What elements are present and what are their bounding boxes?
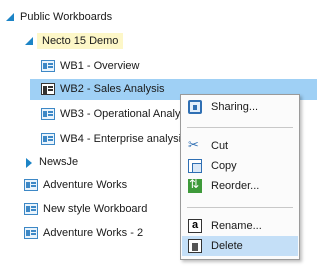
tree-node-public-workboards[interactable]: Public Workboards bbox=[6, 7, 112, 27]
menu-item-delete[interactable]: Delete bbox=[182, 236, 298, 256]
workboard-icon bbox=[41, 108, 55, 120]
workboard-icon bbox=[24, 179, 38, 191]
scissors-icon bbox=[188, 137, 202, 153]
reorder-icon bbox=[188, 177, 202, 193]
trash-icon bbox=[188, 239, 202, 253]
expand-icon[interactable] bbox=[25, 36, 34, 46]
workboard-icon bbox=[41, 133, 55, 145]
rename-icon bbox=[188, 219, 202, 233]
tree-node-necto-15-demo[interactable]: Necto 15 Demo bbox=[25, 31, 124, 51]
tree-item-wb3[interactable]: WB3 - Operational Analy bbox=[41, 104, 180, 124]
workboard-icon bbox=[41, 83, 55, 95]
menu-item-cut[interactable]: Cut bbox=[182, 136, 298, 156]
collapse-icon[interactable] bbox=[25, 157, 34, 168]
tree-item-wb2[interactable]: WB2 - Sales Analysis bbox=[41, 79, 165, 99]
workboard-icon bbox=[24, 227, 38, 239]
menu-item-copy[interactable]: Copy bbox=[182, 156, 298, 176]
menu-item-reorder[interactable]: Reorder... bbox=[182, 176, 298, 196]
menu-separator bbox=[187, 207, 293, 208]
tree-item-wb1[interactable]: WB1 - Overview bbox=[41, 56, 139, 76]
tree-item-new-style-workboard[interactable]: New style Workboard bbox=[24, 199, 147, 219]
workboard-icon bbox=[41, 60, 55, 72]
workboard-icon bbox=[24, 203, 38, 215]
lock-icon bbox=[188, 100, 202, 114]
tree-item-adventure-works[interactable]: Adventure Works bbox=[24, 175, 127, 195]
menu-item-rename[interactable]: Rename... bbox=[182, 216, 298, 236]
menu-separator bbox=[187, 127, 293, 128]
context-menu: Sharing... Cut Copy Reorder... Rename...… bbox=[180, 94, 300, 260]
tree-item-adventure-works-2[interactable]: Adventure Works - 2 bbox=[24, 223, 143, 243]
tree-item-wb4[interactable]: WB4 - Enterprise analysi bbox=[41, 129, 181, 149]
menu-item-sharing[interactable]: Sharing... bbox=[182, 97, 298, 117]
tree-node-newsje[interactable]: NewsJe bbox=[25, 152, 78, 172]
copy-icon bbox=[188, 159, 202, 173]
expand-icon[interactable] bbox=[6, 12, 15, 22]
